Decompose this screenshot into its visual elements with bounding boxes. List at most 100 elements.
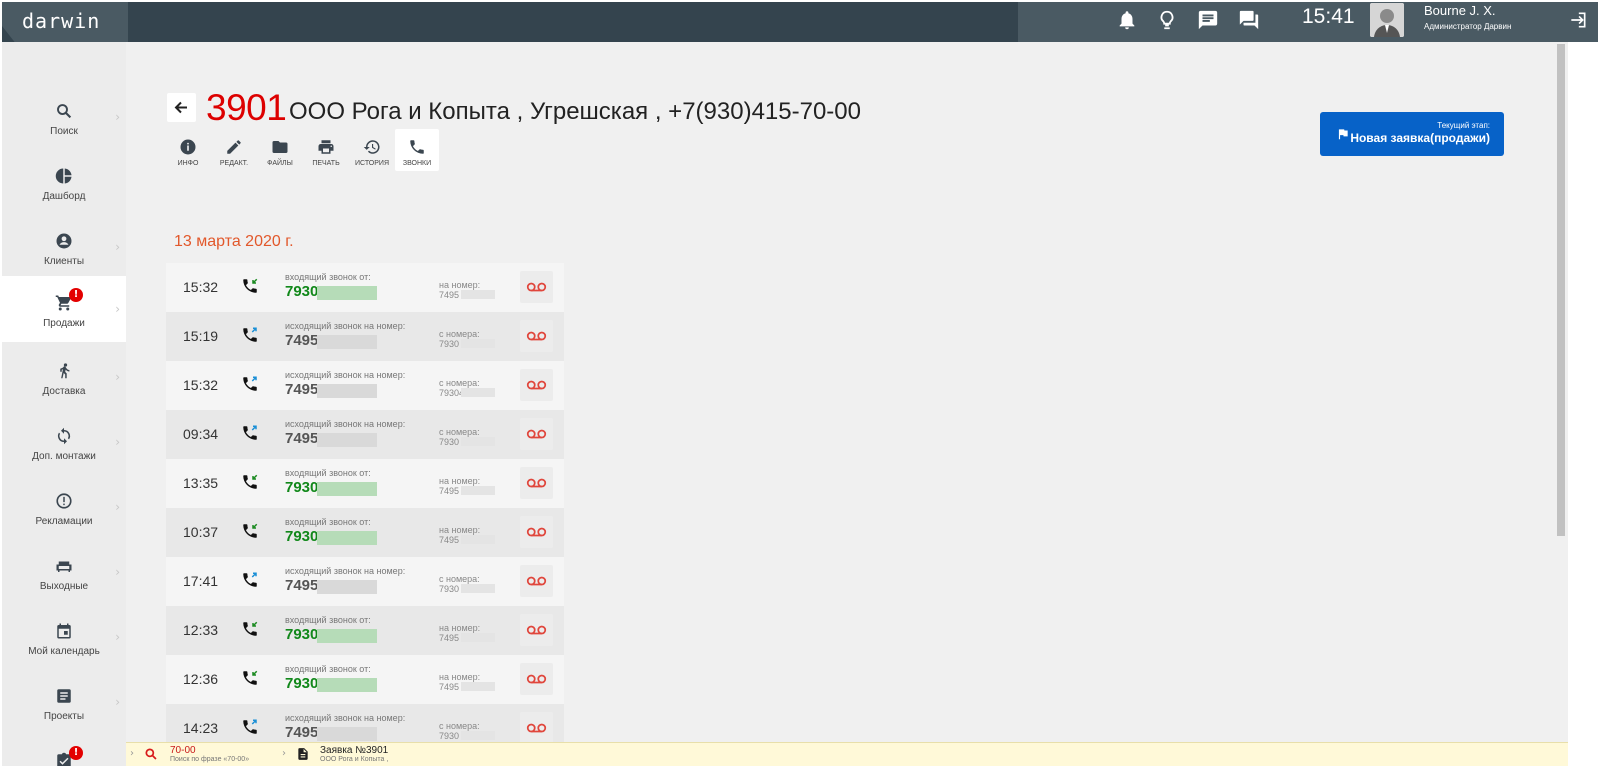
chevron-right-icon: › xyxy=(130,748,134,759)
voicemail-icon xyxy=(526,282,547,292)
call-row[interactable]: 15:32 входящий звонок от: 7930 на номер: 749… xyxy=(166,263,564,312)
call-row[interactable]: 13:35 входящий звонок от: 7930 на номер: 749… xyxy=(166,459,564,508)
call-time: 13:35 xyxy=(183,475,219,491)
running-person-icon xyxy=(60,363,70,379)
call-row[interactable]: 14:23 исходящий звонок на номер: 7495 с ном… xyxy=(166,704,564,742)
chevron-right-icon: › xyxy=(115,240,120,254)
alert-circle-icon xyxy=(56,493,72,509)
sidebar-item-calendar[interactable]: Мой календарь › xyxy=(2,604,126,670)
call-other-number: 7495 xyxy=(439,633,460,643)
pie-chart-icon xyxy=(55,168,72,184)
call-row[interactable]: 12:36 входящий звонок от: 7930 на номер: 749… xyxy=(166,655,564,704)
tab-history[interactable]: история xyxy=(350,129,394,171)
call-row[interactable]: 09:34 исходящий звонок на номер: 7495 с ном… xyxy=(166,410,564,459)
chevron-right-icon: › xyxy=(282,748,286,759)
call-number[interactable]: 7495 xyxy=(285,724,318,741)
call-row[interactable]: 15:19 исходящий звонок на номер: 7495 с ном… xyxy=(166,312,564,361)
play-recording-button[interactable] xyxy=(520,418,553,450)
chevron-right-icon: › xyxy=(115,500,120,514)
call-number[interactable]: 7930 xyxy=(285,675,318,692)
current-stage-button[interactable]: Текущий этап: Новая заявка(продажи) xyxy=(1320,112,1504,156)
incoming-call-icon xyxy=(243,278,258,293)
sidebar: Поиск › Дашборд Клиенты › ! Продажи › До… xyxy=(2,42,126,782)
call-row[interactable]: 17:41 исходящий звонок на номер: 7495 с ном… xyxy=(166,557,564,606)
voicemail-icon xyxy=(526,625,547,635)
sidebar-item-dashboard[interactable]: Дашборд xyxy=(2,149,126,215)
recent-doc-text[interactable]: Заявка №3901 xyxy=(320,745,388,756)
sidebar-item-label: Мой календарь xyxy=(28,646,100,657)
redacted-digits xyxy=(461,437,495,446)
sidebar-item-claims[interactable]: Рекламации › xyxy=(2,474,126,540)
play-recording-button[interactable] xyxy=(520,369,553,401)
call-number[interactable]: 7495 xyxy=(285,577,318,594)
call-other-label: на номер: xyxy=(439,525,481,535)
redacted-digits xyxy=(317,580,377,594)
outgoing-call-icon xyxy=(243,425,257,440)
document-icon[interactable] xyxy=(296,747,310,761)
tab-calls[interactable]: звонки xyxy=(395,129,439,171)
call-time: 14:23 xyxy=(183,720,219,736)
brand-logo[interactable]: darwin xyxy=(2,2,128,42)
scrollbar-thumb[interactable] xyxy=(1557,44,1565,536)
sidebar-item-projects[interactable]: Проекты › xyxy=(2,669,126,735)
play-recording-button[interactable] xyxy=(520,712,553,742)
forum-icon[interactable] xyxy=(1238,9,1260,31)
call-row[interactable]: 12:33 входящий звонок от: 7930 на номер: 749… xyxy=(166,606,564,655)
back-button[interactable] xyxy=(167,93,196,122)
tab-edit[interactable]: редакт. xyxy=(212,129,256,171)
call-number[interactable]: 7495 xyxy=(285,332,318,349)
play-recording-button[interactable] xyxy=(520,467,553,499)
stage-value: Новая заявка(продажи) xyxy=(1350,131,1490,145)
bell-icon[interactable] xyxy=(1116,9,1138,31)
tab-print[interactable]: печать xyxy=(304,129,348,171)
user-name[interactable]: Bourne J. X. xyxy=(1424,3,1496,18)
call-number[interactable]: 7930 xyxy=(285,283,318,300)
flag-icon xyxy=(1338,129,1348,140)
sidebar-item-label: Клиенты xyxy=(43,256,85,267)
play-recording-button[interactable] xyxy=(520,565,553,597)
call-other-label: с номера: xyxy=(439,574,480,584)
call-number[interactable]: 7495 xyxy=(285,430,318,447)
chat-icon[interactable] xyxy=(1197,9,1219,31)
recent-search-sub: Поиск по фразе «70-00» xyxy=(170,756,250,763)
call-number[interactable]: 7495 xyxy=(285,381,318,398)
sidebar-item-delivery[interactable]: Доставка › xyxy=(2,344,126,410)
chevron-right-icon: › xyxy=(115,565,120,579)
sidebar-item-extra-install[interactable]: Доп. монтажи › xyxy=(2,409,126,475)
call-time: 12:33 xyxy=(183,622,219,638)
chevron-right-icon: › xyxy=(115,302,120,316)
call-time: 15:32 xyxy=(183,377,219,393)
tab-files[interactable]: файлы xyxy=(258,129,302,171)
sidebar-item-clients[interactable]: Клиенты › xyxy=(2,214,126,280)
play-recording-button[interactable] xyxy=(520,663,553,695)
tab-label: файлы xyxy=(267,160,293,167)
outgoing-call-icon xyxy=(243,572,257,587)
call-number[interactable]: 7930 xyxy=(285,626,318,643)
play-recording-button[interactable] xyxy=(520,516,553,548)
play-recording-button[interactable] xyxy=(520,614,553,646)
notification-badge: ! xyxy=(69,746,83,760)
call-number[interactable]: 7930 xyxy=(285,479,318,496)
refresh-icon xyxy=(57,427,71,445)
call-row[interactable]: 15:32 исходящий звонок на номер: 7495 с ном… xyxy=(166,361,564,410)
sidebar-item-label: Выходные xyxy=(39,581,89,592)
recent-search-text[interactable]: 70-00 xyxy=(170,745,196,756)
search-icon[interactable] xyxy=(144,747,158,761)
recent-doc-sub: ООО Рога и Копыта , xyxy=(320,756,389,763)
tab-label: звонки xyxy=(402,160,432,167)
call-number[interactable]: 7930 xyxy=(285,528,318,545)
logout-icon[interactable] xyxy=(1568,10,1588,30)
lightbulb-icon[interactable] xyxy=(1156,9,1178,31)
redacted-digits xyxy=(317,433,377,447)
tab-info[interactable]: инфо xyxy=(166,129,210,171)
order-number: 3901 xyxy=(206,87,287,128)
play-recording-button[interactable] xyxy=(520,320,553,352)
sidebar-item-weekends[interactable]: Выходные › xyxy=(2,539,126,605)
sidebar-item-sales[interactable]: ! Продажи › xyxy=(2,276,126,342)
incoming-call-icon xyxy=(243,523,258,538)
redacted-digits xyxy=(461,339,495,348)
avatar[interactable] xyxy=(1370,3,1404,37)
call-row[interactable]: 10:37 входящий звонок от: 7930 на номер: 749… xyxy=(166,508,564,557)
play-recording-button[interactable] xyxy=(520,271,553,303)
sidebar-item-search[interactable]: Поиск › xyxy=(2,84,126,150)
